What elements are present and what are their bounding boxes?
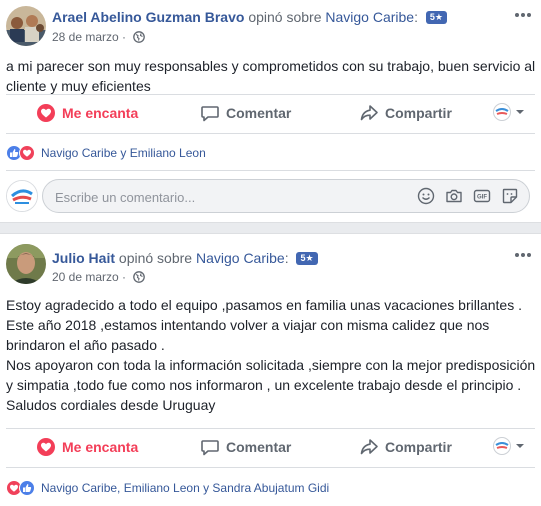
comment-bubble-icon [200, 437, 220, 457]
title-colon: : [284, 250, 289, 266]
post-text-line: Estoy agradecido a todo el equipo ,pasam… [6, 297, 522, 313]
rating-badge: 5★ [425, 11, 447, 24]
comment-button[interactable]: Comentar [200, 96, 291, 130]
page-avatar-icon [493, 103, 511, 121]
share-label: Compartir [385, 105, 452, 121]
like-reaction-icon [19, 480, 35, 496]
post-text: a mi parecer son muy responsables y comp… [6, 58, 536, 94]
comment-label: Comentar [226, 105, 292, 121]
divider [6, 94, 535, 95]
globe-icon [133, 271, 146, 283]
review-card: Arael Abelino Guzman Bravo opinó sobre N… [0, 0, 541, 223]
date-separator: · [122, 270, 127, 284]
share-arrow-icon [359, 103, 379, 123]
page-name-link[interactable]: Navigo Caribe [196, 250, 285, 266]
page-avatar-icon [493, 437, 511, 455]
post-actions: Me encanta Comentar Compartir [0, 430, 541, 464]
comment-label: Comentar [226, 439, 292, 455]
love-button[interactable]: Me encanta [36, 96, 138, 130]
reaction-names[interactable]: Navigo Caribe y Emiliano Leon [41, 146, 206, 160]
comment-input[interactable] [55, 188, 395, 206]
chevron-down-icon [516, 444, 524, 448]
comment-box[interactable]: GIF [42, 179, 530, 213]
comment-tools: GIF [417, 187, 519, 205]
post-text: Estoy agradecido a todo el equipo ,pasam… [6, 295, 536, 415]
author-name[interactable]: Julio Hait [52, 250, 115, 266]
comment-composer: GIF [0, 176, 541, 216]
title-colon: : [414, 9, 418, 25]
love-label: Me encanta [62, 105, 139, 121]
page-avatar[interactable] [6, 180, 38, 212]
post-date[interactable]: 28 de marzo [52, 30, 119, 44]
globe-icon [133, 31, 146, 43]
love-button[interactable]: Me encanta [36, 430, 138, 464]
more-options-icon[interactable] [513, 248, 533, 262]
post-header: Julio Hait opinó sobre Navigo Caribe: 5★… [0, 234, 541, 284]
page-name-link[interactable]: Navigo Caribe [325, 9, 414, 25]
chevron-down-icon [516, 110, 524, 114]
divider [6, 170, 535, 171]
more-options-icon[interactable] [513, 8, 533, 22]
post-meta: 20 de marzo · [52, 270, 146, 284]
divider [6, 428, 535, 429]
post-as-selector[interactable] [493, 437, 525, 455]
author-avatar[interactable] [6, 6, 46, 46]
share-label: Compartir [385, 439, 452, 455]
reactions-summary[interactable]: Navigo Caribe y Emiliano Leon [6, 143, 206, 163]
share-button[interactable]: Compartir [359, 430, 452, 464]
svg-text:GIF: GIF [477, 195, 487, 201]
heart-icon [36, 103, 56, 123]
heart-icon [36, 437, 56, 457]
camera-icon[interactable] [445, 187, 463, 205]
comment-button[interactable]: Comentar [200, 430, 291, 464]
post-date[interactable]: 20 de marzo [52, 270, 119, 284]
post-text-line: Este año 2018 ,estamos intentando volver… [6, 317, 490, 353]
reaction-names[interactable]: Navigo Caribe, Emiliano Leon y Sandra Ab… [41, 481, 329, 495]
reactions-summary[interactable]: Navigo Caribe, Emiliano Leon y Sandra Ab… [6, 478, 329, 498]
post-actions: Me encanta Comentar Compartir [0, 96, 541, 130]
review-card: Julio Hait opinó sobre Navigo Caribe: 5★… [0, 233, 541, 506]
sticker-icon[interactable] [501, 187, 519, 205]
post-title-line: Arael Abelino Guzman Bravo opinó sobre N… [52, 9, 447, 25]
gif-icon[interactable]: GIF [473, 187, 491, 205]
post-text-line: Nos apoyaron con toda la información sol… [6, 357, 536, 393]
divider [6, 467, 535, 468]
post-meta: 28 de marzo · [52, 30, 146, 44]
date-separator: · [122, 30, 127, 44]
share-button[interactable]: Compartir [359, 96, 452, 130]
reviewed-label: opinó sobre [118, 250, 193, 266]
post-title-line: Julio Hait opinó sobre Navigo Caribe: 5★ [52, 250, 318, 266]
divider [6, 133, 535, 134]
emoji-icon[interactable] [417, 187, 435, 205]
love-reaction-icon [19, 145, 35, 161]
share-arrow-icon [359, 437, 379, 457]
rating-badge: 5★ [296, 252, 318, 265]
reviewed-label: opinó sobre [248, 9, 322, 25]
post-as-selector[interactable] [493, 103, 525, 121]
love-label: Me encanta [62, 439, 139, 455]
post-text-line: Saludos cordiales desde Uruguay [6, 397, 216, 413]
comment-bubble-icon [200, 103, 220, 123]
author-name[interactable]: Arael Abelino Guzman Bravo [52, 9, 244, 25]
author-avatar[interactable] [6, 244, 46, 284]
post-header: Arael Abelino Guzman Bravo opinó sobre N… [0, 0, 541, 50]
